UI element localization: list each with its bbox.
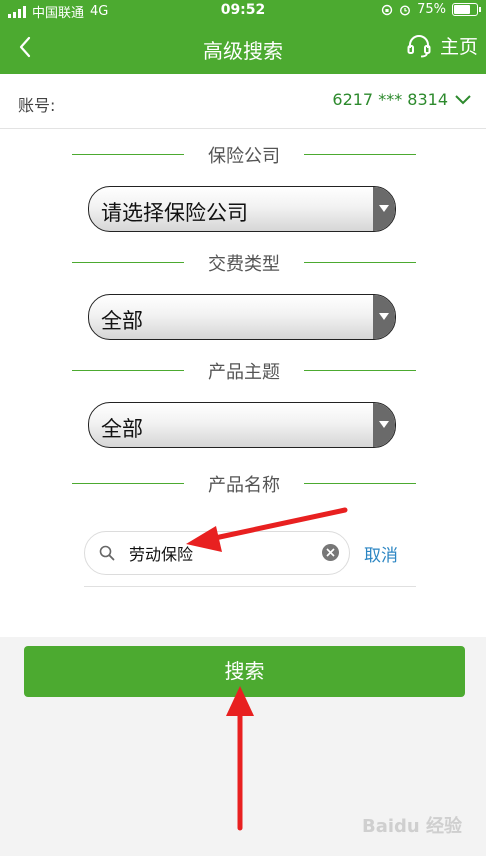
watermark: Baidu 经验 [361, 816, 462, 837]
clear-input-button[interactable] [322, 544, 339, 561]
section-title: 交费类型 [208, 254, 280, 275]
divider-line [304, 154, 416, 155]
cancel-button[interactable]: 取消 [364, 541, 398, 566]
nav-bar: 高级搜索 主页 [0, 22, 486, 74]
chevron-down-icon [455, 94, 471, 104]
section-title: 保险公司 [208, 146, 280, 167]
divider [84, 586, 416, 587]
dropdown-arrow-icon [373, 187, 395, 231]
section-title: 产品名称 [208, 475, 280, 496]
search-form: 保险公司 请选择保险公司 交费类型 全部 产品主题 全部 产品名称 劳动保险 取… [0, 129, 486, 637]
divider-line [304, 370, 416, 371]
account-selector[interactable]: 6217 *** 8314 [332, 90, 472, 109]
section-header-product-name: 产品名称 [72, 471, 416, 497]
annotation-arrow-icon [226, 686, 254, 831]
account-row[interactable]: 账号: 6217 *** 8314 [0, 74, 486, 129]
section-header-product-theme: 产品主题 [72, 358, 416, 384]
alarm-icon [400, 4, 411, 16]
search-button[interactable]: 搜索 [24, 646, 465, 697]
payment-type-select[interactable]: 全部 [88, 294, 396, 340]
select-value: 全部 [101, 417, 143, 441]
account-number: 6217 *** 8314 [332, 90, 448, 109]
rotation-lock-icon [381, 4, 393, 15]
divider-line [304, 262, 416, 263]
close-icon [326, 548, 335, 557]
account-label: 账号: [18, 96, 56, 115]
product-name-search-box[interactable] [84, 531, 350, 575]
dropdown-arrow-icon [373, 403, 395, 447]
status-bar: 中国联通 4G 09:52 75% [0, 0, 486, 22]
select-value: 请选择保险公司 [101, 201, 248, 225]
home-button[interactable]: 主页 [406, 32, 478, 59]
select-value: 全部 [101, 309, 143, 333]
section-header-payment-type: 交费类型 [72, 250, 416, 276]
product-theme-select[interactable]: 全部 [88, 402, 396, 448]
product-name-input[interactable] [127, 540, 311, 566]
headset-icon [407, 34, 431, 57]
section-title: 产品主题 [208, 362, 280, 383]
dropdown-arrow-icon [373, 295, 395, 339]
insurance-company-select[interactable]: 请选择保险公司 [88, 186, 396, 232]
home-label: 主页 [439, 36, 478, 58]
divider-line [304, 483, 416, 484]
section-header-insurance-company: 保险公司 [72, 142, 416, 168]
top-bar: 中国联通 4G 09:52 75% 高级搜索 主页 [0, 0, 486, 74]
battery-percent: 75% [417, 2, 446, 17]
battery-icon [452, 3, 481, 16]
search-icon [99, 545, 115, 561]
